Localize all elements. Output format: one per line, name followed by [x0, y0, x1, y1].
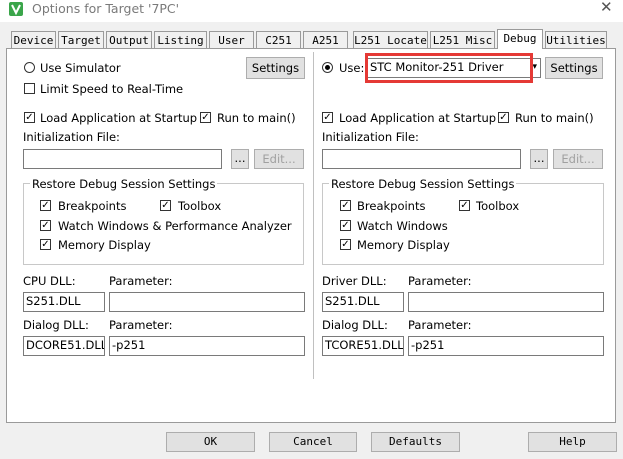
right-watch-label: Watch Windows: [357, 219, 448, 233]
right-toolbox-checkbox[interactable]: ✓: [459, 200, 470, 211]
right-dialog-param-label: Parameter:: [408, 318, 472, 332]
right-memory-checkbox[interactable]: ✓: [340, 239, 351, 250]
right-toolbox-label: Toolbox: [476, 199, 520, 213]
right-init-file-label: Initialization File:: [322, 130, 419, 144]
right-breakpoints-label: Breakpoints: [357, 199, 426, 213]
right-memory-label: Memory Display: [357, 238, 450, 252]
right-dialog-dll-input[interactable]: TCORE51.DLL: [322, 336, 404, 356]
right-restore-group-title: Restore Debug Session Settings: [329, 177, 517, 191]
right-breakpoints-checkbox[interactable]: ✓: [340, 200, 351, 211]
right-dialog-param-input[interactable]: -p251: [408, 336, 604, 356]
use-driver-radio[interactable]: [322, 62, 333, 73]
left-memory-checkbox[interactable]: ✓: [40, 239, 51, 250]
left-init-edit-button[interactable]: Edit...: [254, 149, 304, 169]
driver-settings-button[interactable]: Settings: [545, 57, 603, 79]
left-breakpoints-checkbox[interactable]: ✓: [40, 200, 51, 211]
left-watch-checkbox[interactable]: ✓: [40, 220, 51, 231]
use-simulator-label: Use Simulator: [40, 61, 121, 75]
left-toolbox-label: Toolbox: [178, 199, 222, 213]
right-run-to-main-checkbox[interactable]: ✓: [498, 112, 509, 123]
left-init-file-input[interactable]: [23, 149, 222, 169]
cpu-param-input[interactable]: [109, 292, 305, 312]
left-run-to-main-label: Run to main(): [217, 111, 296, 125]
left-dialog-param-input[interactable]: -p251: [109, 336, 305, 356]
driver-param-input[interactable]: [408, 292, 604, 312]
left-dialog-dll-input[interactable]: DCORE51.DLL: [23, 336, 105, 356]
cpu-param-label: Parameter:: [109, 274, 173, 288]
cpu-dll-label: CPU DLL:: [23, 274, 76, 288]
left-init-file-label: Initialization File:: [23, 130, 120, 144]
right-init-edit-button[interactable]: Edit...: [553, 149, 603, 169]
left-dialog-dll-label: Dialog DLL:: [23, 318, 89, 332]
left-breakpoints-label: Breakpoints: [58, 199, 127, 213]
use-driver-label: Use:: [339, 61, 365, 75]
left-load-app-checkbox[interactable]: ✓: [24, 112, 35, 123]
left-run-to-main-checkbox[interactable]: ✓: [200, 112, 211, 123]
left-restore-group-title: Restore Debug Session Settings: [30, 177, 218, 191]
cpu-dll-input[interactable]: S251.DLL: [23, 292, 105, 312]
driver-param-label: Parameter:: [408, 274, 472, 288]
right-run-to-main-label: Run to main(): [515, 111, 594, 125]
right-watch-checkbox[interactable]: ✓: [340, 220, 351, 231]
right-init-file-input[interactable]: [322, 149, 521, 169]
left-watch-label: Watch Windows & Performance Analyzer: [58, 219, 292, 233]
left-init-browse-button[interactable]: ...: [231, 149, 249, 169]
limit-speed-label: Limit Speed to Real-Time: [40, 82, 184, 96]
chevron-down-icon: ▾: [532, 62, 537, 72]
left-memory-label: Memory Display: [58, 238, 151, 252]
left-load-app-label: Load Application at Startup: [40, 111, 198, 125]
use-simulator-radio[interactable]: [24, 62, 35, 73]
driver-dll-label: Driver DLL:: [322, 274, 387, 288]
left-dialog-param-label: Parameter:: [109, 318, 173, 332]
left-toolbox-checkbox[interactable]: ✓: [160, 200, 171, 211]
limit-speed-checkbox[interactable]: [24, 83, 35, 94]
simulator-settings-button[interactable]: Settings: [246, 57, 305, 79]
right-dialog-dll-label: Dialog DLL:: [322, 318, 388, 332]
highlight-box: [365, 53, 533, 83]
right-load-app-label: Load Application at Startup: [339, 111, 497, 125]
right-init-browse-button[interactable]: ...: [530, 149, 548, 169]
right-load-app-checkbox[interactable]: ✓: [322, 112, 333, 123]
driver-dll-input[interactable]: S251.DLL: [322, 292, 404, 312]
